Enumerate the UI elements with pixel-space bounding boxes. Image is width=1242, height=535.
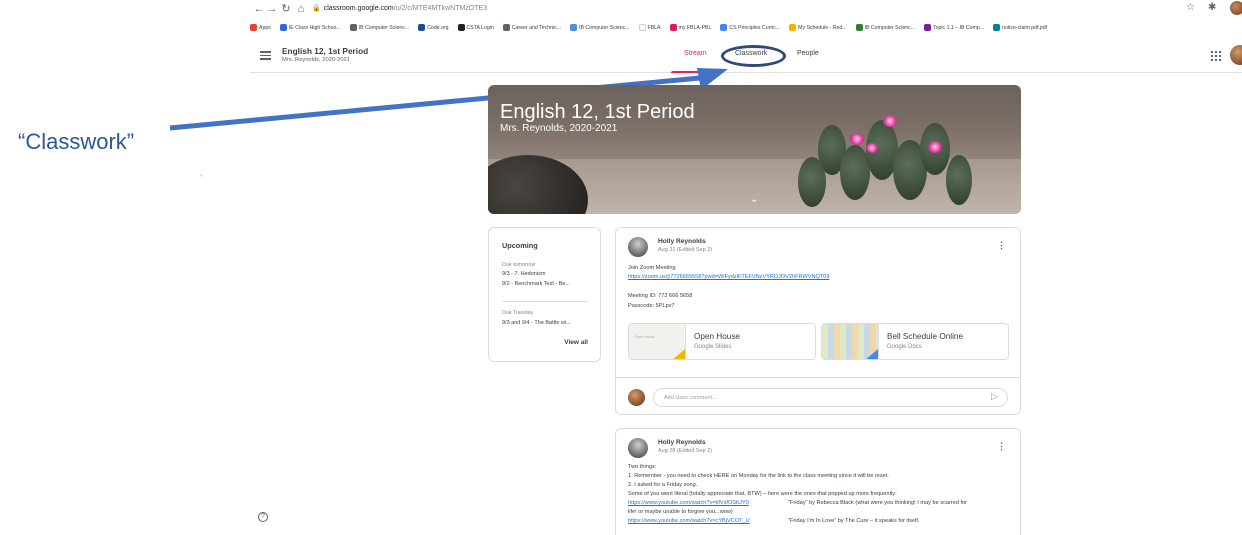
stream-post: Holly Reynolds Aug 31 (Edited Sep 2) ⋮ J… [615, 227, 1021, 415]
post-text: "Friday I'm In Love" by The Cure – it sp… [788, 518, 920, 524]
upcoming-divider [502, 301, 588, 302]
slides-thumbnail: Open House [629, 324, 686, 359]
google-docs-icon [864, 349, 878, 359]
post-text: 2. I asked for a Friday song. [628, 482, 698, 488]
docs-thumbnail [822, 324, 879, 359]
view-all-link[interactable]: View all [564, 339, 588, 346]
author-avatar [628, 438, 648, 458]
post-author: Holly Reynolds [658, 439, 706, 446]
cactus-flower [850, 133, 864, 145]
stream-post: Holly Reynolds Aug 28 (Edited Sep 2) ⋮ T… [615, 428, 1021, 535]
google-slides-icon [671, 349, 685, 359]
upcoming-card: Upcoming Due tomorrow 9/3 - 7. Hedonism … [488, 227, 601, 362]
post-text: "Friday" by Rebecca Black (what were you… [788, 500, 968, 506]
post-text: Join Zoom Meeting [628, 265, 676, 271]
send-icon[interactable]: ▷ [991, 391, 998, 402]
attachment-type: Google Docs [887, 344, 922, 350]
cactus-flower [928, 141, 942, 153]
cactus-flower [883, 115, 897, 127]
upcoming-item[interactable]: 9/2 - Benchmark Test - Be... [502, 281, 570, 287]
banner-subtitle: Mrs. Reynolds, 2020-2021 [500, 123, 618, 134]
cactus-pad [946, 155, 972, 205]
attachment-open-house[interactable]: Open House Open House Google Slides [628, 323, 816, 360]
attachment-name: Bell Schedule Online [887, 332, 964, 341]
post-text: Meeting ID: 772 666 5658 [628, 293, 693, 299]
post-link[interactable]: https://www.youtube.com/watch?v=cYBjVCOT… [628, 518, 750, 524]
post-text: 1. Remember - you need to check HERE on … [628, 473, 889, 479]
post-text: Some of you went literal (totally apprec… [628, 491, 897, 497]
thumbnail-text: Open House [635, 335, 655, 339]
post-link[interactable]: https://www.youtube.com/watch?v=kfVsfOSb… [628, 500, 749, 506]
screenshot-canvas: ← → ↻ ⌂ 🔒 classroom.google.com/u/2/c/MTE4… [0, 0, 1242, 535]
attachment-type: Google Slides [694, 344, 732, 350]
chevron-down-icon[interactable]: ⌄ [750, 194, 758, 205]
cactus-pad [798, 157, 826, 207]
more-options-icon[interactable]: ⋮ [997, 442, 1006, 451]
more-options-icon[interactable]: ⋮ [997, 241, 1006, 250]
upcoming-title: Upcoming [502, 241, 538, 250]
attachment-name: Open House [694, 332, 740, 341]
post-link[interactable]: https://zoom.us/j/7726665658?pwd=WiFydzl… [628, 274, 830, 280]
annotation-callout: “Classwork” [18, 129, 135, 154]
post-author: Holly Reynolds [658, 238, 706, 245]
post-text: life! or maybe unable to forgive you...w… [628, 509, 733, 515]
upcoming-due-label: Due tomorrow [502, 262, 536, 268]
post-date: Aug 31 (Edited Sep 2) [658, 247, 713, 253]
author-avatar [628, 237, 648, 257]
banner-title: English 12, 1st Period [500, 101, 695, 123]
help-icon[interactable]: ? [258, 512, 268, 522]
attachment-bell-schedule[interactable]: Bell Schedule Online Google Docs [821, 323, 1009, 360]
post-text: Passcode: 5PLpv7 [628, 303, 675, 309]
annotation-mark: ` [200, 174, 203, 184]
post-date: Aug 28 (Edited Sep 2) [658, 448, 713, 454]
class-comment-input[interactable] [653, 388, 1008, 407]
cactus-flower [866, 143, 878, 153]
post-text: Two things: [628, 464, 657, 470]
commenter-avatar [628, 389, 645, 406]
upcoming-item[interactable]: 9/3 and 9/4 - The Battle wi... [502, 320, 571, 326]
upcoming-due-label: Due Tuesday [502, 310, 534, 316]
comment-bar: ▷ [616, 377, 1020, 415]
upcoming-item[interactable]: 9/3 - 7. Hedonism [502, 271, 545, 277]
class-banner: English 12, 1st Period Mrs. Reynolds, 20… [488, 85, 1021, 214]
